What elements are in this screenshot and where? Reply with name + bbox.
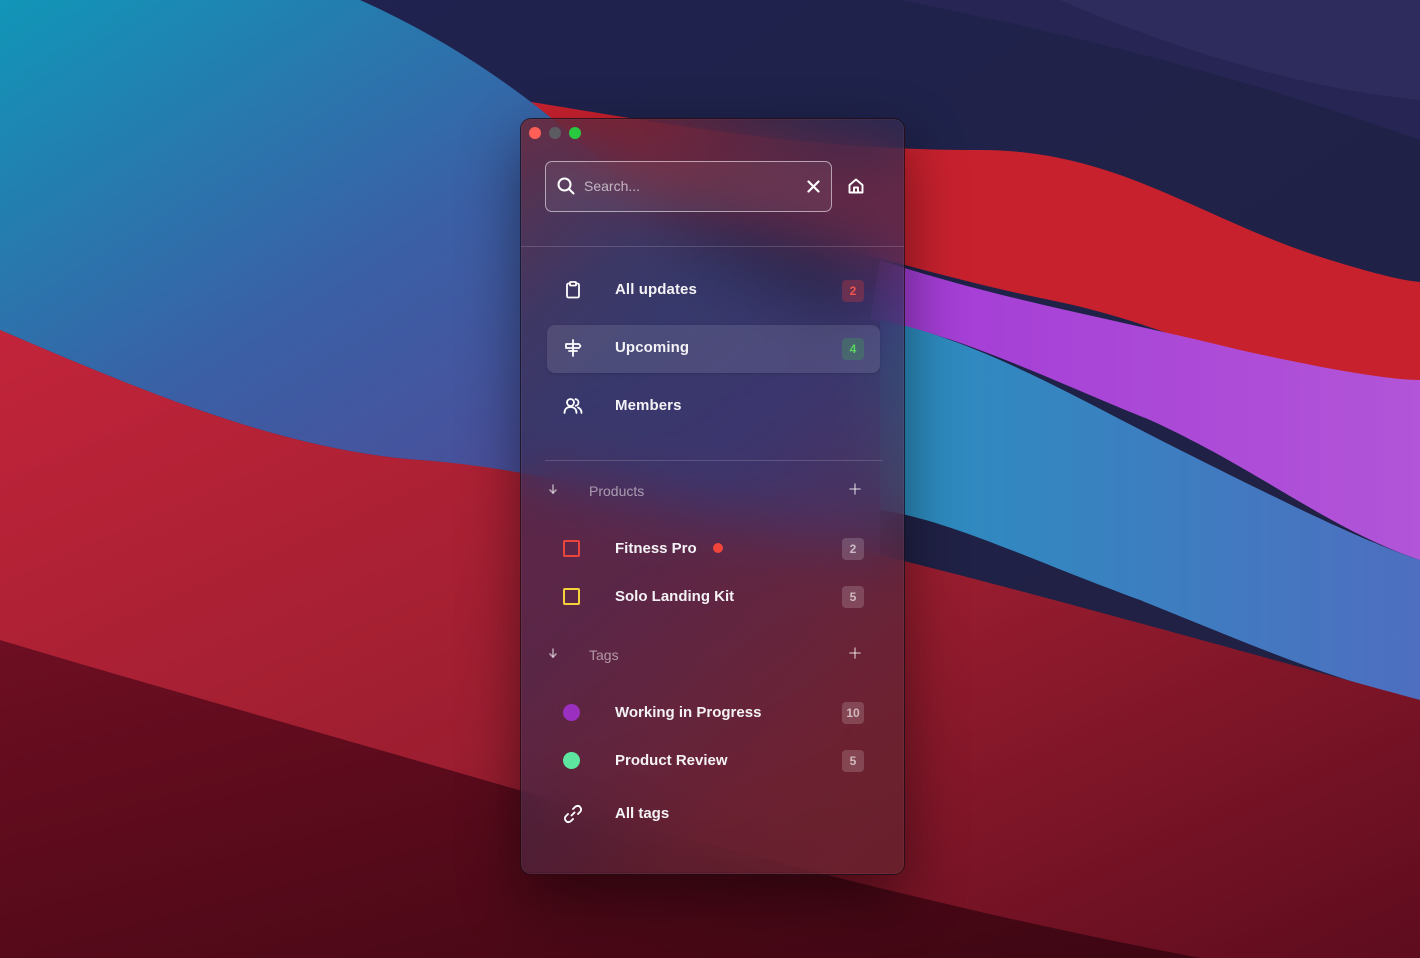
project-square-icon bbox=[563, 588, 580, 605]
window-controls bbox=[529, 127, 581, 139]
collapse-arrow-icon[interactable] bbox=[547, 482, 559, 501]
add-product-icon[interactable] bbox=[848, 482, 862, 501]
app-window: All updates 2 Upcoming 4 bbox=[520, 118, 905, 875]
tag-label: Product Review bbox=[615, 752, 728, 769]
tags-section-header: Tags bbox=[545, 643, 882, 667]
tag-label: Working in Progress bbox=[615, 704, 762, 721]
close-icon[interactable] bbox=[807, 180, 820, 198]
clipboard-icon bbox=[563, 280, 583, 300]
all-tags-label: All tags bbox=[615, 805, 670, 822]
tag-circle-icon bbox=[563, 704, 580, 721]
count-badge: 4 bbox=[842, 338, 864, 360]
signpost-icon bbox=[563, 338, 583, 358]
nav-item-all-updates[interactable]: All updates 2 bbox=[547, 267, 880, 315]
count-badge: 5 bbox=[842, 750, 864, 772]
minimize-window-button[interactable] bbox=[549, 127, 561, 139]
nav-item-members[interactable]: Members bbox=[547, 383, 880, 431]
count-badge: 5 bbox=[842, 586, 864, 608]
tag-circle-icon bbox=[563, 752, 580, 769]
search-box bbox=[545, 161, 832, 212]
count-badge: 2 bbox=[842, 538, 864, 560]
nav-item-label: Members bbox=[615, 397, 682, 414]
tag-item-all-tags[interactable]: All tags bbox=[547, 794, 880, 834]
products-section-header: Products bbox=[545, 479, 882, 503]
users-icon bbox=[563, 396, 583, 416]
product-label: Fitness Pro bbox=[615, 540, 697, 557]
product-label: Solo Landing Kit bbox=[615, 588, 735, 605]
section-divider bbox=[545, 460, 882, 461]
section-title: Tags bbox=[589, 647, 619, 663]
home-icon[interactable] bbox=[847, 177, 865, 200]
project-square-icon bbox=[563, 540, 580, 557]
notification-dot bbox=[713, 543, 723, 553]
tag-item-working-in-progress[interactable]: Working in Progress 10 bbox=[547, 693, 880, 733]
tag-item-product-review[interactable]: Product Review 5 bbox=[547, 741, 880, 781]
product-item-solo-landing-kit[interactable]: Solo Landing Kit 5 bbox=[547, 577, 880, 617]
search-icon bbox=[557, 177, 575, 200]
collapse-arrow-icon[interactable] bbox=[547, 646, 559, 665]
search-input[interactable] bbox=[584, 172, 794, 200]
add-tag-icon[interactable] bbox=[848, 646, 862, 665]
nav-item-label: Upcoming bbox=[615, 339, 690, 356]
zoom-window-button[interactable] bbox=[569, 127, 581, 139]
count-badge: 2 bbox=[842, 280, 864, 302]
close-window-button[interactable] bbox=[529, 127, 541, 139]
link-icon bbox=[563, 804, 583, 829]
product-item-fitness-pro[interactable]: Fitness Pro 2 bbox=[547, 529, 880, 569]
section-title: Products bbox=[589, 483, 645, 499]
nav-item-upcoming[interactable]: Upcoming 4 bbox=[547, 325, 880, 373]
header-divider bbox=[521, 246, 904, 247]
count-badge: 10 bbox=[842, 702, 864, 724]
nav-item-label: All updates bbox=[615, 281, 697, 298]
